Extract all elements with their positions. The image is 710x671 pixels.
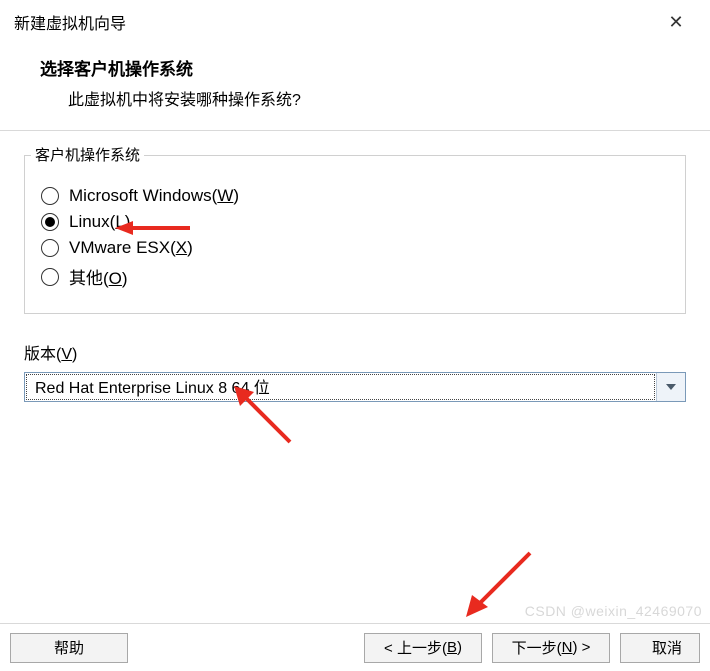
radio-label: VMware ESX(X) bbox=[69, 238, 193, 258]
radio-linux[interactable]: Linux(L) bbox=[41, 212, 669, 232]
radio-icon bbox=[41, 187, 59, 205]
version-select[interactable]: Red Hat Enterprise Linux 8 64 位 bbox=[24, 372, 686, 402]
radio-other[interactable]: 其他(O) bbox=[41, 264, 669, 289]
radio-icon bbox=[41, 239, 59, 257]
wizard-header: 选择客户机操作系统 此虚拟机中将安装哪种操作系统? bbox=[0, 45, 710, 130]
close-icon[interactable]: ✕ bbox=[656, 12, 696, 33]
next-button[interactable]: 下一步(N) > bbox=[492, 633, 610, 663]
wizard-window: 新建虚拟机向导 ✕ 选择客户机操作系统 此虚拟机中将安装哪种操作系统? 客户机操… bbox=[0, 0, 710, 671]
radio-icon bbox=[41, 268, 59, 286]
radio-vmware-esx[interactable]: VMware ESX(X) bbox=[41, 238, 669, 258]
help-button[interactable]: 帮助 bbox=[10, 633, 128, 663]
chevron-down-icon[interactable] bbox=[656, 373, 685, 401]
radio-label: 其他(O) bbox=[69, 264, 128, 289]
titlebar: 新建虚拟机向导 ✕ bbox=[0, 0, 710, 45]
page-title: 选择客户机操作系统 bbox=[40, 55, 670, 80]
guest-os-group: 客户机操作系统 Microsoft Windows(W) Linux(L) VM… bbox=[24, 155, 686, 314]
version-label: 版本(V) bbox=[24, 340, 686, 364]
cancel-button[interactable]: 取消 bbox=[620, 633, 700, 663]
version-selected-text: Red Hat Enterprise Linux 8 64 位 bbox=[26, 374, 655, 400]
content-area: 客户机操作系统 Microsoft Windows(W) Linux(L) VM… bbox=[0, 131, 710, 412]
radio-label: Microsoft Windows(W) bbox=[69, 186, 239, 206]
radio-label: Linux(L) bbox=[69, 212, 130, 232]
watermark-text: CSDN @weixin_42469070 bbox=[525, 603, 702, 619]
group-legend: 客户机操作系统 bbox=[31, 144, 144, 165]
wizard-footer: 帮助 < 上一步(B) 下一步(N) > 取消 bbox=[0, 623, 710, 671]
back-button[interactable]: < 上一步(B) bbox=[364, 633, 482, 663]
window-title: 新建虚拟机向导 bbox=[14, 10, 126, 34]
page-subtitle: 此虚拟机中将安装哪种操作系统? bbox=[40, 86, 670, 110]
radio-windows[interactable]: Microsoft Windows(W) bbox=[41, 186, 669, 206]
radio-icon bbox=[41, 213, 59, 231]
